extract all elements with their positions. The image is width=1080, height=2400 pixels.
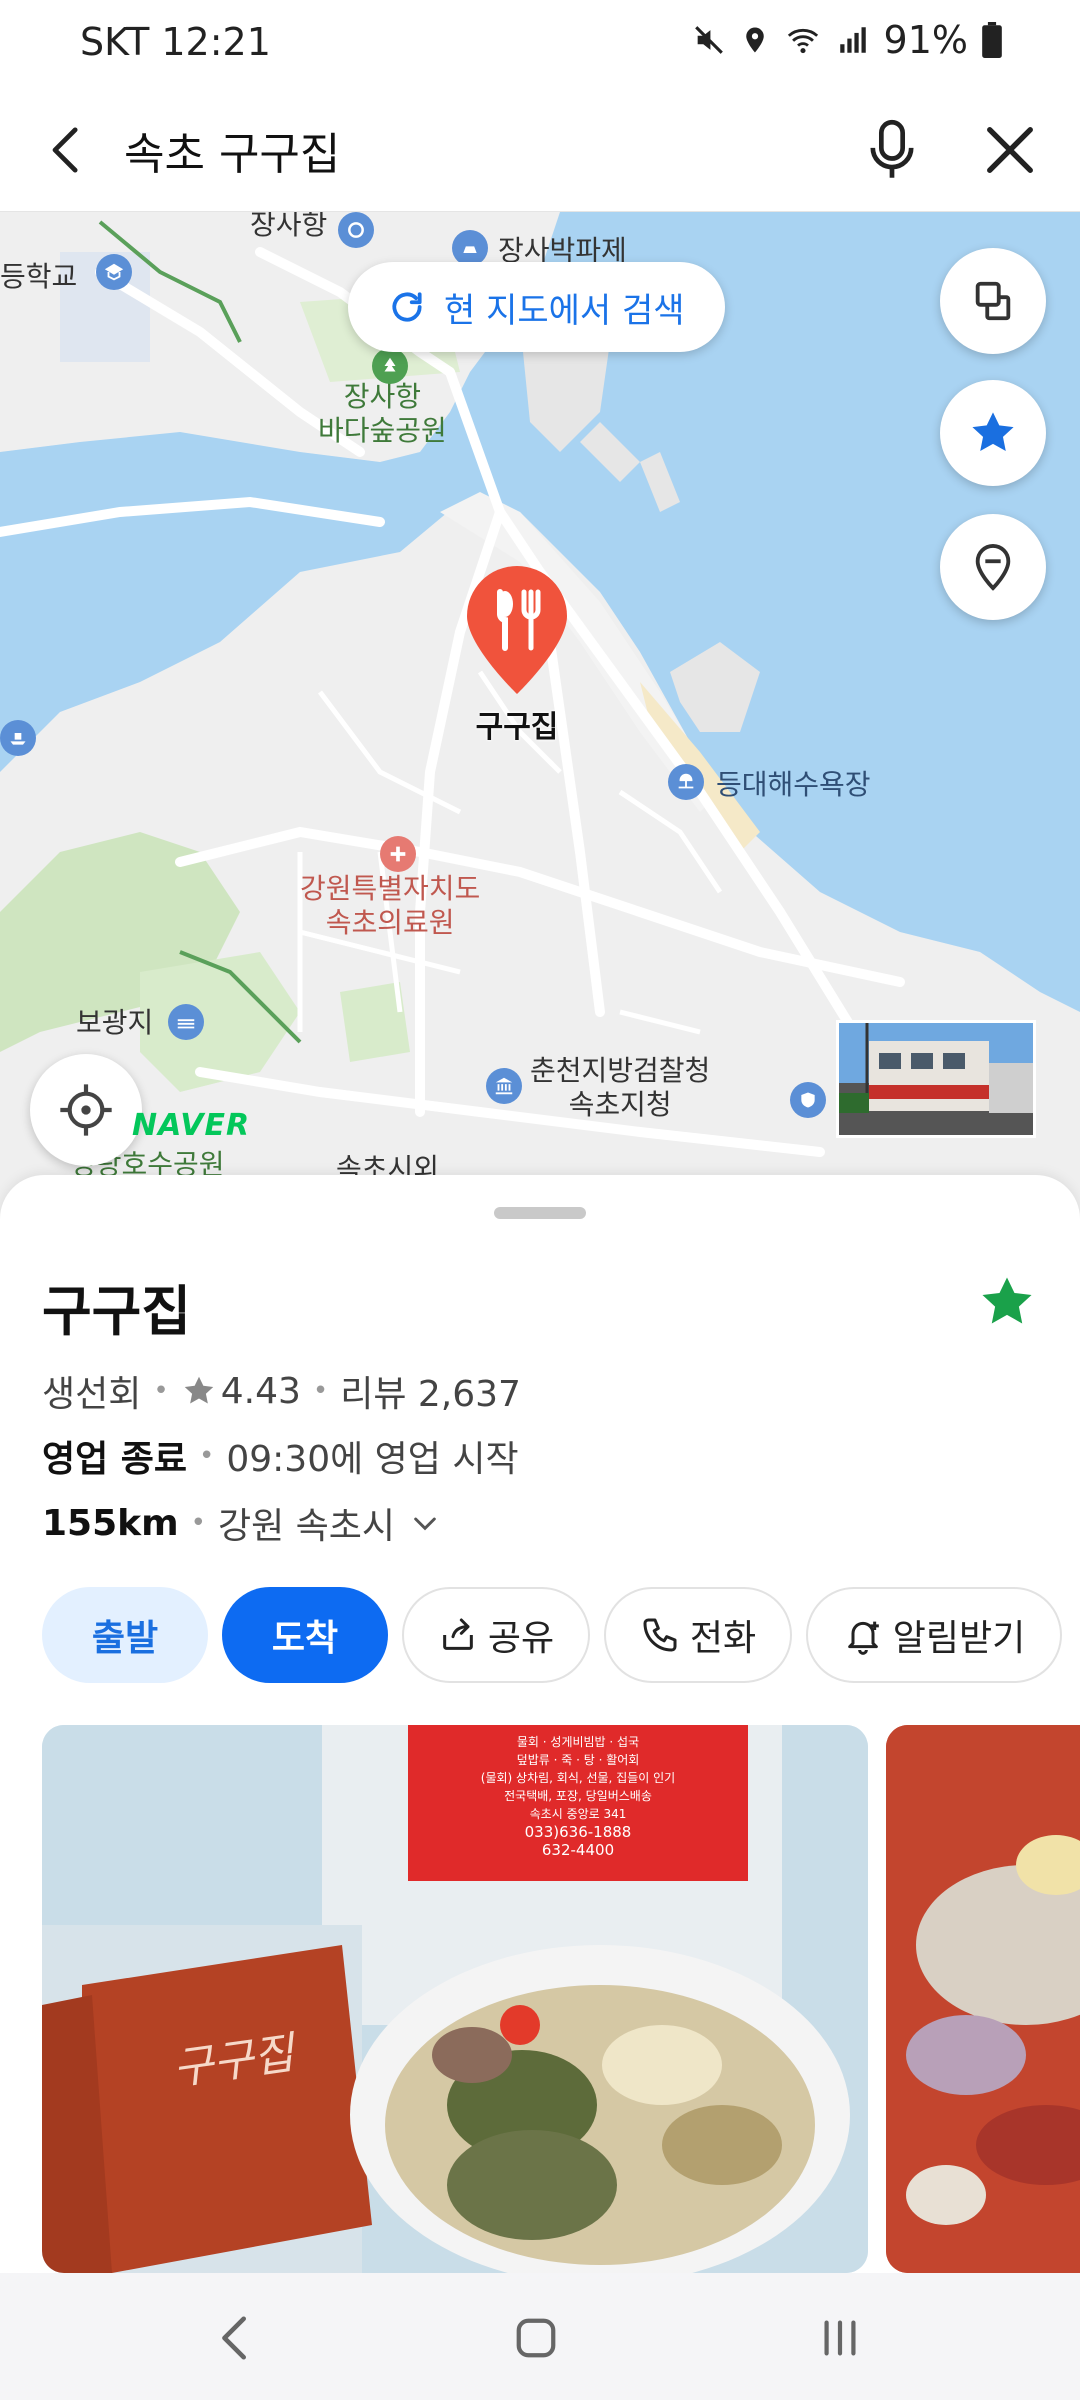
map-view[interactable]: 장사항 장사박파제 등학교 장사항 바다숲공원 등대해수욕장 강원특별자치도 속… — [0, 212, 1080, 1222]
sign-line: (물회) 상차림, 회식, 선물, 집들이 인기 — [480, 1771, 676, 1785]
restaurant-pin[interactable] — [462, 562, 572, 698]
restaurant-pin-label: 구구집 — [475, 710, 559, 745]
current-location-button[interactable] — [30, 1054, 142, 1166]
battery-icon — [982, 22, 1002, 58]
signal-icon — [836, 23, 870, 57]
separator: • — [190, 1508, 206, 1538]
separator: • — [153, 1376, 169, 1406]
rating-star-icon — [181, 1373, 217, 1409]
back-button[interactable] — [30, 114, 102, 186]
search-this-area-label: 현 지도에서 검색 — [444, 290, 685, 331]
map-label-park: 장사항 바다숲공원 — [318, 380, 447, 447]
beach-icon — [668, 764, 704, 800]
share-label: 공유 — [487, 1618, 555, 1659]
place-category: 생선회 — [42, 1374, 142, 1415]
business-status: 영업 종료 — [42, 1439, 188, 1480]
call-button[interactable]: 전화 — [604, 1587, 792, 1683]
nav-back-button[interactable] — [196, 2303, 276, 2373]
restaurant-marker-icon — [467, 566, 567, 694]
government-icon — [486, 1068, 522, 1104]
map-label-school: 등학교 — [0, 260, 78, 293]
police-icon — [790, 1082, 826, 1118]
photo-carousel[interactable]: 물회 · 성게비빔밥 · 섭국 덮밥류 · 죽 · 탕 · 활어회 (물회) 상… — [42, 1725, 1080, 2273]
share-button[interactable]: 공유 — [402, 1587, 590, 1683]
status-bar: SKT 12:21 91% — [0, 0, 1080, 88]
nav-back-icon — [222, 2316, 247, 2360]
pin-outline-icon — [975, 543, 1011, 591]
open-time: 09:30에 영업 시작 — [226, 1439, 519, 1480]
search-input[interactable]: 속초 구구집 — [124, 118, 340, 182]
sign-line: 물회 · 성게비빔밥 · 섭국 — [516, 1735, 640, 1749]
search-this-area-button[interactable]: 현 지도에서 검색 — [348, 262, 725, 352]
place-photo[interactable]: 물회 · 성게비빔밥 · 섭국 덮밥류 · 죽 · 탕 · 활어회 (물회) 상… — [42, 1725, 868, 2273]
sheet-drag-handle[interactable] — [494, 1207, 586, 1219]
place-photo[interactable] — [886, 1725, 1080, 2273]
battery-percent: 91% — [883, 18, 968, 62]
sign-line: 덮밥류 · 죽 · 탕 · 활어회 — [516, 1753, 640, 1767]
call-label: 전화 — [689, 1618, 757, 1659]
mute-icon — [692, 23, 726, 57]
region: 강원 속초시 — [217, 1506, 395, 1547]
school-icon — [96, 254, 132, 290]
phone-icon — [643, 1618, 677, 1652]
carrier-time: SKT 12:21 — [80, 20, 271, 64]
share-icon — [443, 1618, 473, 1650]
ferry-icon — [0, 720, 36, 756]
naver-logo: NAVER — [132, 1108, 251, 1143]
notify-label: 알림받기 — [892, 1618, 1026, 1659]
action-buttons: 출발 도착 공유 전화 알림받기 — [42, 1587, 1062, 1683]
close-icon[interactable] — [972, 112, 1048, 188]
place-title: 구구집 — [42, 1280, 192, 1343]
layers-button[interactable] — [940, 248, 1046, 354]
map-label-beach: 등대해수욕장 — [716, 768, 871, 801]
separator: • — [312, 1376, 329, 1406]
map-label-prosecutor: 춘천지방검찰청 속초지청 — [530, 1054, 711, 1121]
place-reviews[interactable]: 리뷰 2,637 — [340, 1365, 521, 1417]
crosshair-icon — [60, 1084, 112, 1136]
layers-icon — [975, 281, 1011, 321]
location-icon — [740, 23, 770, 57]
port-icon — [338, 212, 374, 248]
microphone-icon[interactable] — [856, 112, 928, 188]
save-place-button[interactable] — [972, 1267, 1042, 1337]
breakwater-icon — [452, 230, 488, 266]
system-nav-bar — [0, 2273, 1080, 2400]
map-label-hospital: 강원특별자치도 속초의료원 — [300, 872, 481, 939]
reservoir-icon — [168, 1004, 204, 1040]
notify-button[interactable]: 알림받기 — [806, 1587, 1062, 1683]
status-icons: 91% — [692, 18, 1002, 62]
distance: 155km — [42, 1502, 179, 1544]
refresh-icon — [392, 292, 422, 322]
depart-button[interactable]: 출발 — [42, 1587, 208, 1683]
star-icon — [972, 412, 1014, 451]
place-detail-sheet: 구구집 생선회 • 4.43 • 리뷰 2,637 영업 종료 • 09:30에… — [0, 1175, 1080, 2273]
separator: • — [199, 1441, 215, 1471]
nav-recents-icon — [824, 2320, 856, 2356]
park-tree-icon — [372, 348, 408, 384]
sign-line: 전국택배, 포장, 당일버스배송 — [504, 1789, 652, 1803]
arrive-button[interactable]: 도착 — [222, 1587, 388, 1683]
favorites-button[interactable] — [940, 380, 1046, 486]
map-label-jangsahang: 장사항 — [250, 212, 328, 241]
nav-home-icon — [516, 2318, 556, 2358]
business-hours-row[interactable]: 영업 종료 • 09:30에 영업 시작 — [42, 1430, 519, 1482]
place-rating: 4.43 — [220, 1370, 301, 1412]
my-places-button[interactable] — [940, 514, 1046, 620]
street-view-thumbnail[interactable] — [836, 1020, 1036, 1138]
sign-line: 속초시 중앙로 341 — [529, 1807, 627, 1821]
sign-line: 632-4400 — [541, 1841, 615, 1859]
search-bar: 속초 구구집 — [0, 88, 1080, 212]
sign-line: 033)636-1888 — [524, 1823, 632, 1841]
bell-plus-icon — [847, 1621, 879, 1655]
nav-recents-button[interactable] — [800, 2303, 880, 2373]
chevron-down-icon — [409, 1507, 441, 1539]
distance-row[interactable]: 155km • 강원 속초시 — [42, 1497, 441, 1549]
wifi-icon — [784, 23, 822, 57]
map-label-bogwangji: 보광지 — [76, 1006, 154, 1039]
place-meta-row: 생선회 • 4.43 • 리뷰 2,637 — [42, 1365, 521, 1417]
hospital-icon — [380, 836, 416, 872]
nav-home-button[interactable] — [496, 2303, 576, 2373]
star-icon — [982, 1277, 1032, 1324]
photo-sign-text: 물회 · 성게비빔밥 · 섭국 덮밥류 · 죽 · 탕 · 활어회 (물회) 상… — [418, 1733, 738, 1859]
